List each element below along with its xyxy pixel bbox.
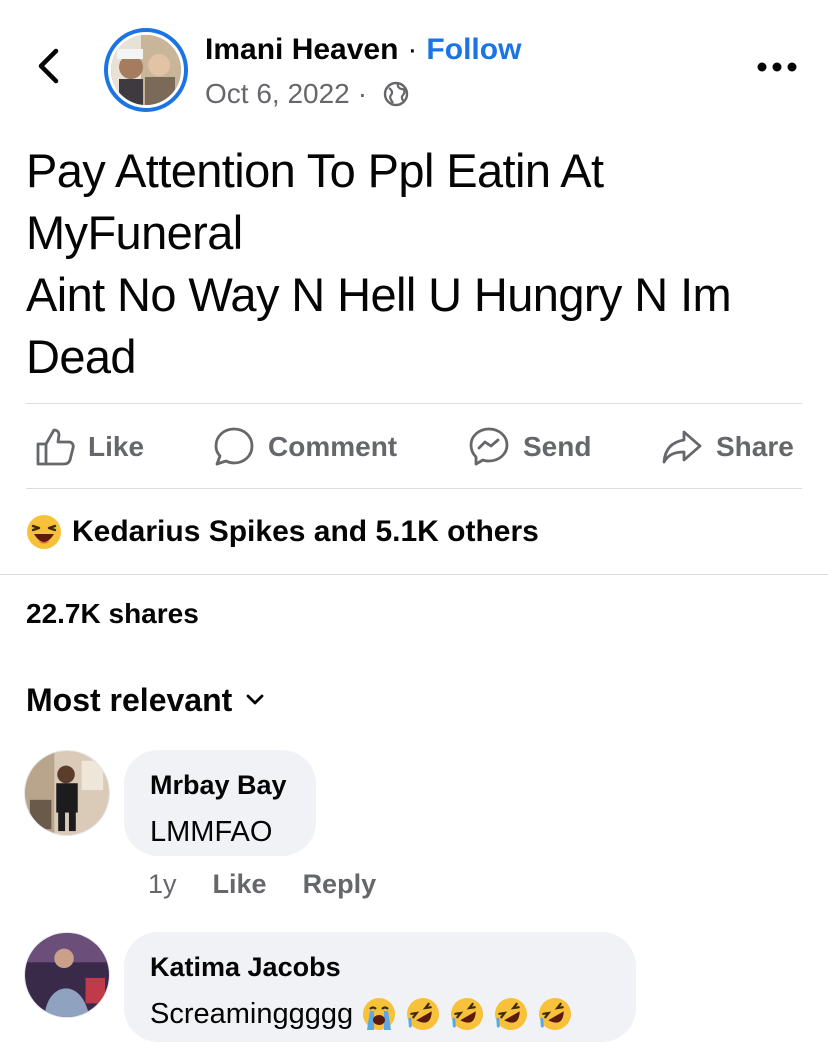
comment-reply-button[interactable]: Reply bbox=[303, 869, 377, 900]
post-line: MyFuneral bbox=[26, 206, 243, 259]
rofl-emoji-icon bbox=[405, 996, 441, 1032]
globe-icon bbox=[383, 81, 409, 107]
post-line: Pay Attention To Ppl Eatin At bbox=[26, 144, 604, 197]
thumbs-up-icon bbox=[36, 428, 75, 466]
post-meta: Oct 6, 2022 · bbox=[205, 76, 409, 112]
post-line: Aint No Way N Hell U Hungry N Im bbox=[26, 268, 732, 321]
rofl-emoji-icon bbox=[493, 996, 529, 1032]
back-button[interactable] bbox=[28, 44, 68, 88]
author-line: Imani Heaven · Follow bbox=[205, 30, 521, 70]
more-options-button[interactable] bbox=[752, 52, 802, 82]
like-button[interactable]: Like bbox=[34, 420, 144, 474]
comment-author[interactable]: Katima Jacobs bbox=[150, 948, 610, 986]
chevron-down-icon bbox=[246, 694, 264, 705]
send-label: Send bbox=[523, 431, 592, 462]
comment-bubble[interactable]: Mrbay Bay LMMFAO bbox=[124, 750, 316, 856]
post-date[interactable]: Oct 6, 2022 bbox=[205, 78, 350, 110]
post-body: Pay Attention To Ppl Eatin At MyFuneral … bbox=[26, 140, 806, 388]
divider bbox=[0, 574, 828, 575]
shares-count[interactable]: 22.7K shares bbox=[26, 598, 199, 630]
chevron-left-icon bbox=[38, 48, 59, 84]
like-label: Like bbox=[88, 431, 145, 462]
more-horizontal-icon bbox=[757, 62, 797, 72]
separator-dot: · bbox=[407, 33, 418, 66]
messenger-icon bbox=[469, 427, 509, 466]
comment-meta: 1y Like Reply bbox=[148, 866, 376, 902]
share-arrow-icon bbox=[662, 430, 702, 464]
loudly-crying-emoji-icon bbox=[361, 996, 397, 1032]
post-line: Dead bbox=[26, 330, 137, 383]
rofl-emoji-icon bbox=[449, 996, 485, 1032]
comment-like-button[interactable]: Like bbox=[213, 869, 267, 900]
comment-button[interactable]: Comment bbox=[212, 420, 397, 474]
sort-dropdown[interactable]: Most relevant bbox=[26, 678, 264, 722]
follow-button[interactable]: Follow bbox=[426, 33, 521, 67]
rofl-emoji-icon bbox=[537, 996, 573, 1032]
divider bbox=[26, 403, 802, 404]
comment-text: LMMFAO bbox=[150, 816, 273, 848]
reactions-text: Kedarius Spikes and 5.1K others bbox=[72, 515, 539, 548]
author-name[interactable]: Imani Heaven bbox=[205, 33, 398, 67]
meta-separator: · bbox=[357, 78, 368, 109]
commenter-avatar[interactable] bbox=[24, 932, 110, 1018]
sort-label: Most relevant bbox=[26, 681, 233, 718]
comment-bubble[interactable]: Katima Jacobs Screaminggggg bbox=[124, 932, 636, 1042]
comment-label: Comment bbox=[268, 431, 398, 462]
author-photo bbox=[111, 35, 181, 105]
comment-text-row: Screaminggggg bbox=[150, 994, 610, 1034]
comment-author[interactable]: Mrbay Bay bbox=[150, 766, 290, 804]
send-button[interactable]: Send bbox=[467, 420, 591, 474]
commenter-avatar[interactable] bbox=[24, 750, 110, 836]
laughing-emoji-icon bbox=[26, 514, 62, 550]
comment-text: Screaminggggg bbox=[150, 998, 354, 1030]
author-avatar[interactable] bbox=[104, 28, 188, 112]
reactions-summary[interactable]: Kedarius Spikes and 5.1K others bbox=[26, 508, 539, 556]
share-button[interactable]: Share bbox=[660, 420, 794, 474]
share-label: Share bbox=[716, 431, 794, 462]
comment-time[interactable]: 1y bbox=[148, 869, 177, 900]
comment-bubble-icon bbox=[214, 427, 254, 466]
divider bbox=[26, 488, 802, 489]
